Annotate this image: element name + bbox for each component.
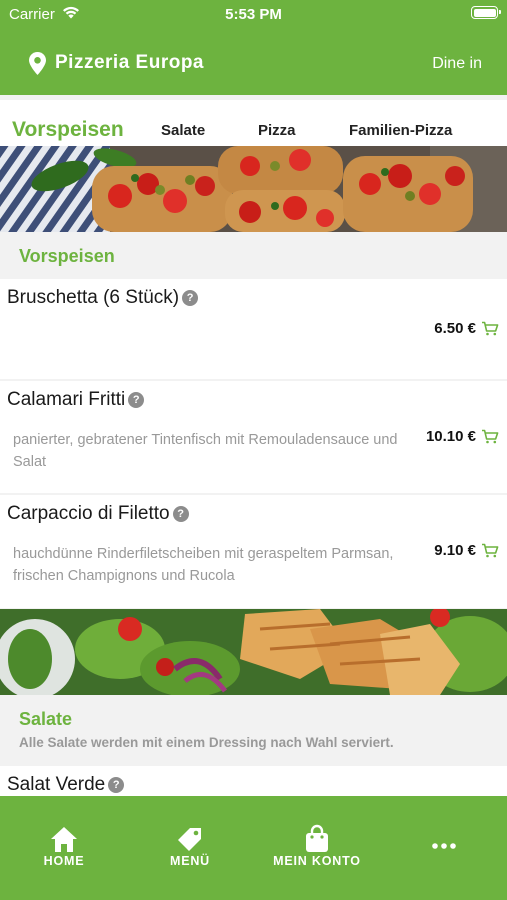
tag-icon xyxy=(178,828,201,851)
add-to-cart-icon[interactable] xyxy=(481,321,499,336)
help-icon[interactable]: ? xyxy=(182,290,199,306)
battery-icon xyxy=(471,6,501,19)
app-header: Carrier 5:53 PM Pizzeria Europa Dine in xyxy=(0,0,507,95)
more-icon xyxy=(432,843,456,849)
help-icon[interactable]: ? xyxy=(108,777,125,793)
category-tabs: Vorspeisen Salate Pizza Familien-Pizza xyxy=(0,95,507,146)
dine-in-selector[interactable]: Dine in xyxy=(432,55,482,73)
help-icon[interactable]: ? xyxy=(172,506,189,522)
location-pin-icon[interactable] xyxy=(29,52,46,75)
tab-salate[interactable]: Salate xyxy=(161,122,205,139)
item-name: Carpaccio di Filetto xyxy=(7,503,170,524)
tab-vorspeisen[interactable]: Vorspeisen xyxy=(12,118,124,142)
item-name: Calamari Fritti xyxy=(7,389,126,410)
section-title: Vorspeisen xyxy=(19,246,115,266)
shopping-bag-icon xyxy=(306,824,328,852)
item-price: 10.10 € xyxy=(425,428,476,445)
help-icon[interactable]: ? xyxy=(128,392,145,408)
add-to-cart-icon[interactable] xyxy=(481,543,499,558)
home-icon xyxy=(51,827,77,852)
add-to-cart-icon[interactable] xyxy=(481,429,499,444)
nav-home[interactable]: HOME xyxy=(9,824,119,868)
nav-mein-konto[interactable]: MEIN KONTO xyxy=(262,824,372,868)
status-bar: Carrier 5:53 PM xyxy=(0,0,507,28)
section-subtitle: Alle Salate werden mit einem Dressing na… xyxy=(19,735,394,750)
menu-item-bruschetta[interactable]: Bruschetta (6 Stück)? 6.50 € xyxy=(0,279,507,379)
section-header-salate: Salate Alle Salate werden mit einem Dres… xyxy=(0,695,507,766)
section-title: Salate xyxy=(19,709,73,729)
nav-label: HOME xyxy=(43,854,85,868)
item-name: Salat Verde xyxy=(7,774,106,795)
clock: 5:53 PM xyxy=(225,6,282,23)
item-price: 6.50 € xyxy=(434,320,476,337)
nav-menu[interactable]: MENÜ xyxy=(135,824,245,868)
item-description: hauchdünne Rinderfiletscheiben mit geras… xyxy=(13,546,394,584)
item-description: panierter, gebratener Tintenfisch mit Re… xyxy=(13,432,398,470)
item-name: Bruschetta (6 Stück) xyxy=(7,287,180,308)
nav-label: MENÜ xyxy=(169,854,210,868)
nav-label: MEIN KONTO xyxy=(273,854,361,868)
salate-banner-image xyxy=(0,609,507,695)
tab-pizza[interactable]: Pizza xyxy=(258,122,296,139)
vorspeisen-banner-image xyxy=(0,146,507,232)
bottom-navigation: HOME MENÜ MEIN KONTO xyxy=(0,796,507,900)
tab-familien-pizza[interactable]: Familien-Pizza xyxy=(349,122,452,139)
menu-item-calamari-fritti[interactable]: Calamari Fritti? panierter, gebratener T… xyxy=(0,381,507,493)
section-header-vorspeisen: Vorspeisen xyxy=(0,232,507,279)
nav-more[interactable] xyxy=(389,824,499,854)
menu-item-carpaccio-di-filetto[interactable]: Carpaccio di Filetto? hauchdünne Rinderf… xyxy=(0,495,507,608)
item-price: 9.10 € xyxy=(434,542,476,559)
restaurant-name[interactable]: Pizzeria Europa xyxy=(55,52,204,74)
